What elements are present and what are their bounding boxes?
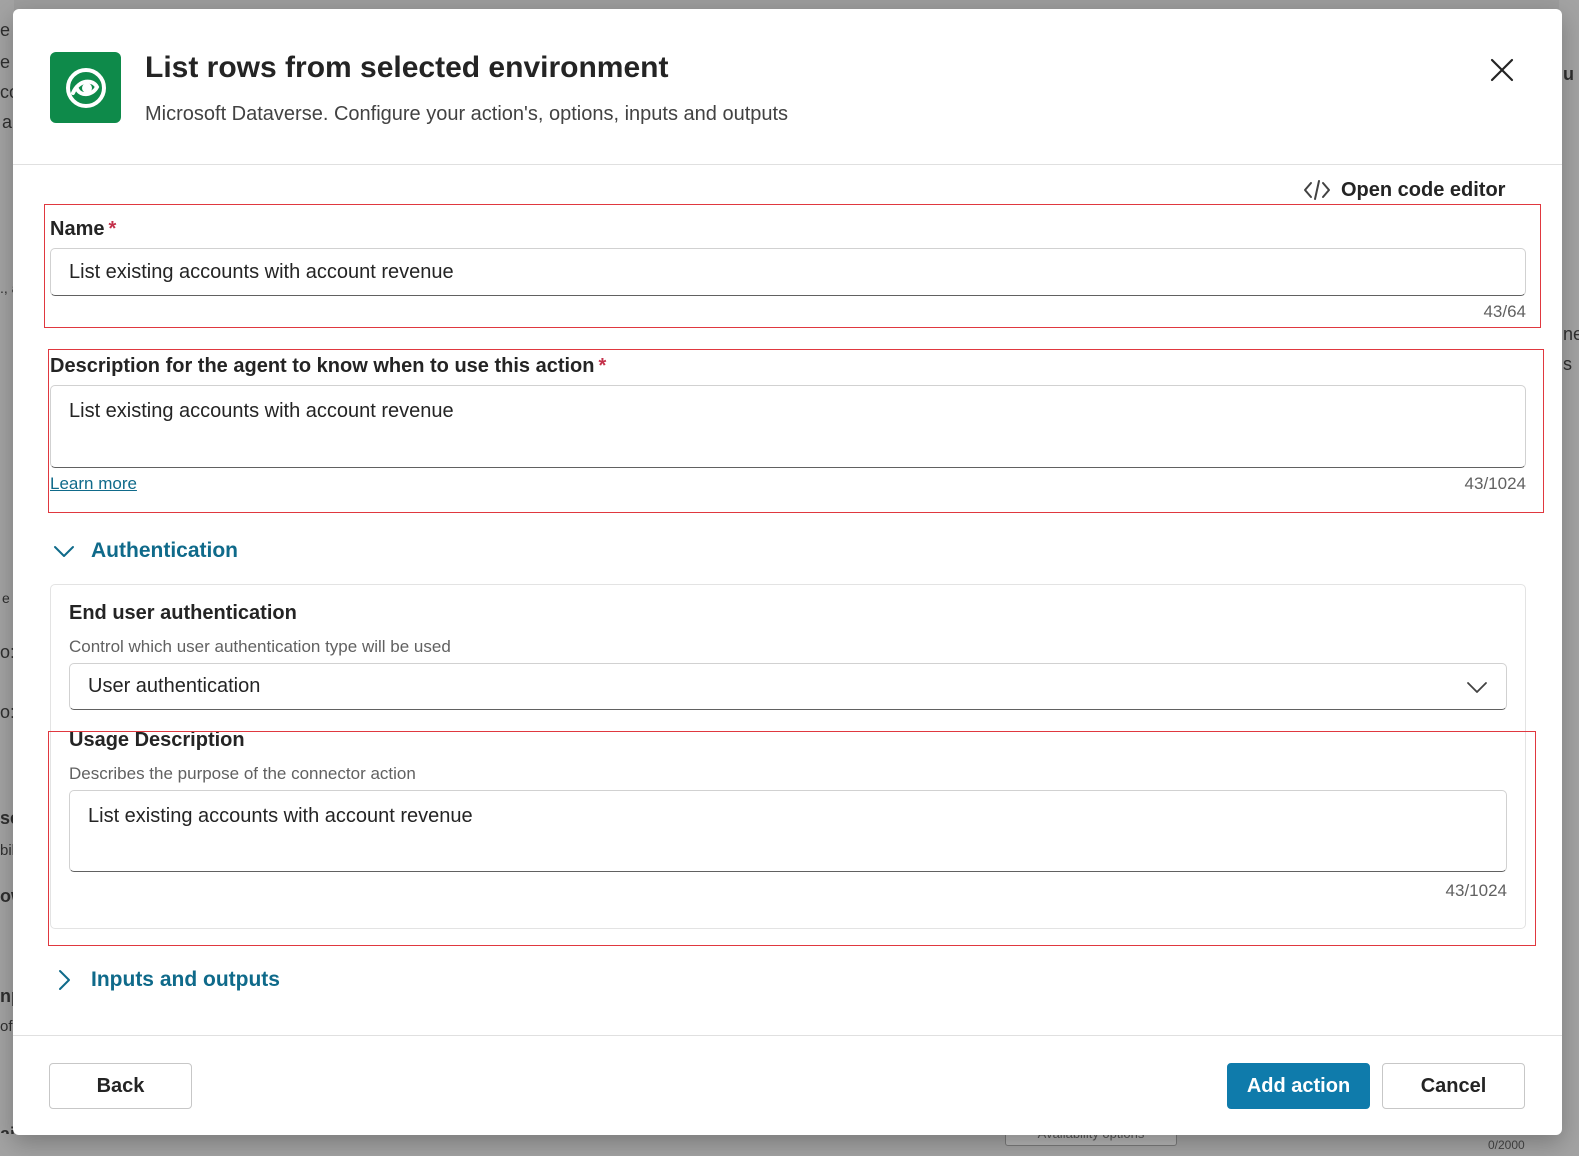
open-code-editor-button[interactable]: Open code editor	[1303, 175, 1505, 205]
bg-fragment: ., a	[0, 280, 14, 296]
authentication-label: Authentication	[91, 539, 238, 562]
chevron-down-icon	[1467, 681, 1487, 693]
bg-fragment: o:	[0, 642, 14, 662]
description-counter: 43/1024	[1464, 474, 1526, 493]
bg-fragment: ow	[0, 886, 14, 906]
name-counter: 43/64	[1483, 302, 1526, 321]
dialog-subtitle: Microsoft Dataverse. Configure your acti…	[145, 103, 789, 125]
description-label: Description for the agent to know when t…	[50, 355, 606, 378]
dialog-header: List rows from selected environment Micr…	[13, 9, 1562, 165]
inputs-outputs-toggle[interactable]: Inputs and outputs	[53, 968, 280, 992]
background-right-strip: u ne s	[1559, 0, 1579, 1156]
required-mark: *	[108, 218, 117, 240]
bg-fragment: o:	[0, 702, 14, 722]
dialog-footer: Back Add action Cancel	[13, 1035, 1562, 1135]
bg-fragment: np	[0, 986, 14, 1006]
required-mark: *	[598, 355, 607, 377]
inputs-outputs-label: Inputs and outputs	[91, 968, 280, 991]
bg-fragment: e	[2, 590, 10, 606]
bg-counter: 0/2000	[1488, 1138, 1525, 1152]
description-label-text: Description for the agent to know when t…	[50, 355, 595, 377]
dialog-title: List rows from selected environment	[145, 51, 669, 84]
back-button[interactable]: Back	[49, 1063, 192, 1109]
open-code-editor-label: Open code editor	[1341, 178, 1506, 201]
action-dialog: List rows from selected environment Micr…	[13, 9, 1562, 1135]
bg-fragment: s	[1563, 354, 1572, 374]
chevron-down-icon	[54, 546, 74, 557]
description-textarea[interactable]: List existing accounts with account reve…	[50, 385, 1526, 468]
name-label: Name *	[50, 218, 116, 241]
end-user-auth-desc: Control which user authentication type w…	[69, 637, 451, 656]
bg-fragment: of	[0, 1018, 13, 1035]
code-icon	[1304, 180, 1330, 200]
bg-fragment: e	[0, 52, 11, 72]
learn-more-link[interactable]: Learn more	[50, 474, 137, 494]
bg-fragment: se	[0, 808, 14, 828]
background-bottom-strip: Availability options 0/2000	[0, 1120, 1579, 1156]
add-action-button[interactable]: Add action	[1227, 1063, 1370, 1109]
bg-fragment: co	[0, 82, 14, 102]
usage-description-highlight	[48, 731, 1536, 946]
auth-type-selected: User authentication	[88, 675, 261, 697]
authentication-toggle[interactable]: Authentication	[53, 539, 238, 563]
close-icon	[1490, 58, 1514, 82]
bg-fragment: ne	[1563, 324, 1579, 344]
background-left-strip: e u e co a ., a e o: o: se bil ow np of …	[0, 0, 14, 1156]
dataverse-icon	[50, 52, 121, 123]
auth-type-dropdown[interactable]: User authentication	[69, 663, 1507, 710]
bg-fragment: bil	[0, 842, 14, 859]
bg-fragment: a	[2, 112, 13, 132]
end-user-auth-title: End user authentication	[69, 602, 297, 624]
bg-fragment: u	[1563, 64, 1574, 84]
name-input[interactable]: List existing accounts with account reve…	[50, 248, 1526, 296]
name-label-text: Name	[50, 218, 105, 240]
cancel-button[interactable]: Cancel	[1382, 1063, 1525, 1109]
bg-fragment: e u	[0, 20, 14, 40]
close-button[interactable]	[1485, 53, 1519, 87]
chevron-right-icon	[59, 970, 70, 990]
